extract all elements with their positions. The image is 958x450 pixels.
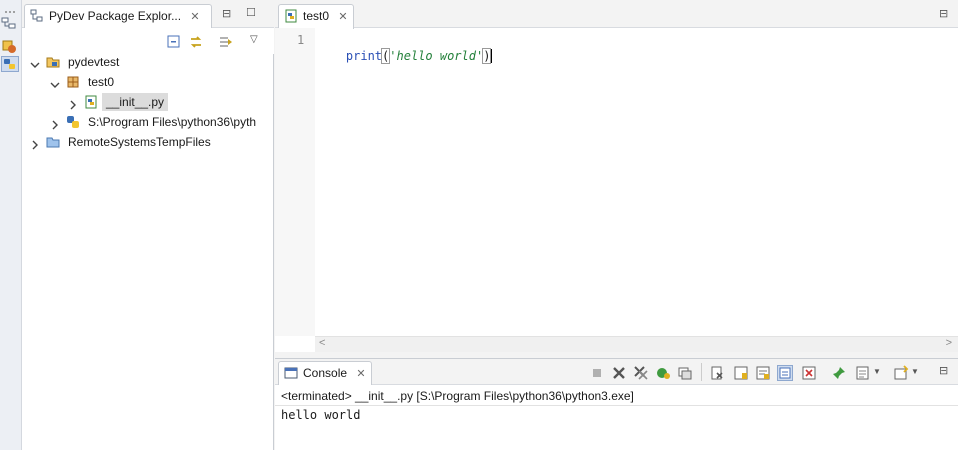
- package-icon: [66, 75, 80, 89]
- tab-label: PyDev Package Explor...: [49, 9, 182, 23]
- tab-test0[interactable]: test0 ✕: [278, 4, 354, 29]
- python-interpreter-icon: [66, 115, 80, 129]
- tree-item-label: test0: [88, 75, 115, 89]
- code-string: 'hello world': [389, 49, 484, 63]
- tree-item-label: RemoteSystemsTempFiles: [68, 135, 211, 149]
- python-file-icon: [284, 9, 298, 23]
- tree-item-test0[interactable]: test0: [50, 73, 270, 91]
- view-menu-icon[interactable]: ▽: [250, 34, 266, 50]
- line-number-ruler: 1: [275, 28, 315, 336]
- editor-tab-bar: test0 ✕ ⊟: [275, 0, 958, 29]
- word-wrap-icon[interactable]: [755, 365, 771, 381]
- console-icon: [284, 366, 298, 380]
- pin-icon[interactable]: [831, 365, 847, 381]
- chevron-right-icon[interactable]: [50, 117, 60, 130]
- horizontal-scrollbar[interactable]: < >: [315, 336, 958, 352]
- console-status-line: <terminated> __init__.py [S:\Program Fil…: [281, 389, 634, 403]
- explorer-tab-bar: PyDev Package Explor... ✕ ⊟ ☐: [22, 0, 274, 29]
- minimize-icon[interactable]: ⊟: [939, 7, 948, 20]
- filter-icon[interactable]: [218, 34, 234, 50]
- relaunch-icon[interactable]: [655, 365, 671, 381]
- code-keyword: print: [345, 49, 383, 63]
- folder-icon: [46, 135, 60, 149]
- chevron-down-icon[interactable]: ▼: [873, 367, 881, 376]
- close-icon[interactable]: ✕: [190, 10, 199, 25]
- chevron-down-icon[interactable]: ▼: [911, 367, 919, 376]
- divider: [275, 405, 958, 406]
- java-perspective-icon[interactable]: [1, 38, 19, 54]
- scroll-right-icon[interactable]: >: [946, 337, 952, 349]
- show-error-output-icon[interactable]: [801, 365, 817, 381]
- console-tab-bar: Console ✕ ▼ ▼ ⊟: [275, 359, 958, 385]
- chevron-down-icon[interactable]: [50, 77, 60, 88]
- chevron-down-icon[interactable]: [30, 57, 40, 68]
- display-selected-console-icon[interactable]: [855, 365, 871, 381]
- remove-all-terminated-icon[interactable]: [633, 365, 649, 381]
- link-with-editor-icon[interactable]: [188, 34, 204, 50]
- close-icon[interactable]: ✕: [356, 367, 365, 382]
- tree-item-remote-systems[interactable]: RemoteSystemsTempFiles: [30, 133, 270, 151]
- open-console-icon[interactable]: [893, 365, 909, 381]
- tree-item-pydevtest[interactable]: pydevtest: [30, 53, 270, 71]
- tab-package-explorer[interactable]: PyDev Package Explor... ✕: [24, 4, 212, 29]
- python-file-icon: [84, 95, 98, 109]
- project-folder-icon: [46, 55, 60, 69]
- tab-label: Console: [303, 366, 348, 380]
- text-cursor: [491, 49, 493, 63]
- console-panel: Console ✕ ▼ ▼ ⊟ <terminated> __init__.py…: [275, 358, 958, 450]
- scroll-left-icon[interactable]: <: [319, 337, 325, 349]
- toolbar-separator: [701, 363, 702, 381]
- chevron-right-icon[interactable]: [30, 137, 40, 150]
- line-number: 1: [297, 33, 305, 47]
- minimize-icon[interactable]: ⊟: [222, 7, 231, 20]
- code-paren-close: ): [482, 48, 492, 64]
- close-icon[interactable]: ✕: [338, 10, 347, 25]
- explorer-toolbar: ▽: [22, 28, 274, 54]
- pin-console-icon[interactable]: [677, 365, 693, 381]
- tab-label: test0: [303, 9, 330, 23]
- left-toolbar-strip: [0, 0, 22, 450]
- clear-console-icon[interactable]: [709, 365, 725, 381]
- code-editor-panel: test0 ✕ ⊟ 1 print('hello world') < >: [275, 0, 958, 352]
- maximize-icon[interactable]: ☐: [246, 6, 256, 19]
- tree-item-init-py[interactable]: __init__.py: [68, 93, 268, 111]
- show-console-on-output-icon[interactable]: [777, 365, 793, 381]
- remove-launch-icon[interactable]: [611, 365, 627, 381]
- tree-item-label: pydevtest: [68, 55, 120, 69]
- pydev-perspective-icon[interactable]: [1, 56, 19, 72]
- tree-item-label: __init__.py: [102, 93, 169, 111]
- terminate-icon[interactable]: [589, 365, 605, 381]
- tree-item-label: S:\Program Files\python36\pyth: [88, 115, 257, 129]
- chevron-right-icon[interactable]: [68, 97, 78, 110]
- minimize-icon[interactable]: ⊟: [939, 364, 948, 377]
- collapse-all-icon[interactable]: [166, 34, 182, 50]
- code-line-1[interactable]: print('hello world'): [317, 32, 493, 80]
- tree-item-interpreter[interactable]: S:\Program Files\python36\pyth: [50, 113, 270, 131]
- tab-console[interactable]: Console ✕: [278, 361, 372, 385]
- hierarchy-icon[interactable]: [1, 16, 19, 32]
- package-explorer-icon: [30, 9, 44, 23]
- package-explorer-panel: PyDev Package Explor... ✕ ⊟ ☐ ▽ pydevtes…: [22, 0, 274, 450]
- scroll-lock-icon[interactable]: [733, 365, 749, 381]
- console-output: hello world: [281, 408, 361, 422]
